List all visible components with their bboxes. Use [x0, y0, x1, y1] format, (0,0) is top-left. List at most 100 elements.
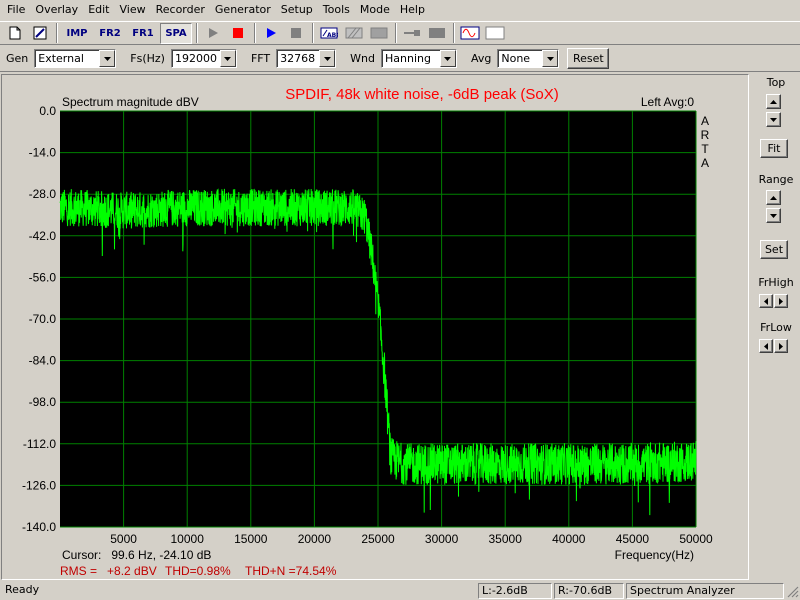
toolbar-separator — [254, 23, 256, 43]
stop-gray-button[interactable] — [284, 23, 308, 44]
top-down-button[interactable] — [766, 112, 781, 127]
range-down-button[interactable] — [766, 208, 781, 223]
probe-icon — [404, 30, 420, 36]
chevron-down-icon[interactable] — [439, 50, 456, 67]
svg-text:A: A — [701, 156, 709, 170]
range-label: Range — [758, 173, 794, 186]
gray-box-button[interactable] — [367, 23, 391, 44]
thdn-readout: THD+N =74.54% — [245, 564, 337, 578]
label-button[interactable]: ABC — [317, 23, 341, 44]
x-tick-label: 35000 — [489, 532, 523, 546]
menu-help[interactable]: Help — [395, 0, 430, 20]
arrow-right-icon — [779, 297, 783, 305]
frlow-right-button[interactable] — [774, 339, 788, 353]
toolbar-separator — [395, 23, 397, 43]
frlow-left-button[interactable] — [759, 339, 773, 353]
frlow-label: FrLow — [760, 321, 792, 334]
y-tick-label: -14.0 — [29, 146, 57, 160]
menu-mode[interactable]: Mode — [355, 0, 395, 20]
arrow-down-icon — [770, 213, 777, 218]
new-file-icon — [9, 26, 21, 40]
frhigh-label: FrHigh — [758, 276, 794, 289]
top-up-button[interactable] — [766, 94, 781, 109]
stop-icon — [233, 28, 243, 38]
chevron-down-icon[interactable] — [542, 50, 559, 67]
range-up-button[interactable] — [766, 190, 781, 205]
wnd-label: Wnd — [350, 52, 375, 65]
frhigh-right-button[interactable] — [774, 294, 788, 308]
avg-value: None — [501, 52, 531, 65]
chevron-down-icon[interactable] — [319, 50, 336, 67]
edit-button[interactable] — [28, 23, 52, 44]
play-gray-button[interactable] — [201, 23, 225, 44]
menu-setup[interactable]: Setup — [276, 0, 318, 20]
menu-recorder[interactable]: Recorder — [151, 0, 210, 20]
new-file-button[interactable] — [3, 23, 27, 44]
resize-grip-icon[interactable] — [786, 585, 799, 598]
x-tick-label: 45000 — [616, 532, 650, 546]
fft-value: 32768 — [280, 52, 316, 65]
sine-wave-icon — [460, 26, 480, 40]
right-control-panel: Top Fit Range Set FrHigh FrLow — [752, 74, 800, 580]
toolbar-separator — [453, 23, 455, 43]
fr1-mode-button[interactable]: FR1 — [127, 23, 159, 44]
chevron-down-icon[interactable] — [99, 50, 116, 67]
gen-select[interactable]: External — [34, 49, 117, 68]
menu-generator[interactable]: Generator — [210, 0, 276, 20]
stop-icon — [291, 28, 301, 38]
x-tick-label: 5000 — [110, 532, 137, 546]
fr2-mode-button[interactable]: FR2 — [94, 23, 126, 44]
edit-icon — [33, 26, 47, 40]
scope-button[interactable] — [483, 23, 507, 44]
wnd-select[interactable]: Hanning — [380, 49, 457, 68]
arrow-down-icon — [770, 117, 777, 122]
toolbar-separator — [56, 23, 58, 43]
fit-button[interactable]: Fit — [760, 139, 788, 158]
cursor-readout: Cursor: 99.6 Hz, -24.10 dB — [62, 548, 211, 562]
x-tick-label: 15000 — [234, 532, 268, 546]
fft-select[interactable]: 32768 — [276, 49, 337, 68]
play-icon — [209, 28, 218, 38]
thd-readout: THD=0.98% — [165, 564, 231, 578]
toolbar-separator — [312, 23, 314, 43]
menu-file[interactable]: File — [2, 0, 30, 20]
set-button[interactable]: Set — [760, 240, 788, 259]
toolbar: IMP FR2 FR1 SPA ABC — [0, 21, 800, 45]
menu-overlay[interactable]: Overlay — [30, 0, 83, 20]
chevron-down-icon[interactable] — [219, 50, 236, 67]
menu-tools[interactable]: Tools — [318, 0, 355, 20]
play-icon — [267, 28, 276, 38]
reset-button[interactable]: Reset — [567, 48, 610, 69]
fs-select[interactable]: 192000 — [170, 49, 237, 68]
generator-button[interactable] — [458, 23, 482, 44]
toolbar-separator — [196, 23, 198, 43]
svg-text:T: T — [701, 142, 709, 156]
box-icon — [370, 27, 388, 39]
probe-button[interactable] — [400, 23, 424, 44]
spa-mode-button[interactable]: SPA — [160, 22, 192, 44]
menu-edit[interactable]: Edit — [83, 0, 114, 20]
play-blue-button[interactable] — [259, 23, 283, 44]
meter-button[interactable] — [425, 23, 449, 44]
record-stop-button[interactable] — [226, 23, 250, 44]
avg-select[interactable]: None — [497, 49, 560, 68]
menu-view[interactable]: View — [115, 0, 151, 20]
spectrum-chart[interactable]: 0.0 -14.0 -28.0 -42.0 -56.0 -70.0 -84.0 -98.0 -1… — [2, 75, 748, 579]
hatch-button[interactable] — [342, 23, 366, 44]
control-bar: Gen External Fs(Hz) 192000 FFT 32768 Wnd… — [0, 46, 800, 72]
x-tick-label: 25000 — [361, 532, 395, 546]
x-tick-label: 50000 — [679, 532, 713, 546]
svg-text:A: A — [701, 114, 709, 128]
rms-readout: RMS = +8.2 dBV — [60, 564, 157, 578]
arrow-up-icon — [770, 99, 777, 104]
status-right-level: R:-70.6dB — [554, 583, 624, 599]
frhigh-left-button[interactable] — [759, 294, 773, 308]
gen-label: Gen — [6, 52, 29, 65]
fs-label: Fs(Hz) — [130, 52, 165, 65]
arrow-left-icon — [764, 342, 768, 350]
y-tick-label: -56.0 — [29, 270, 57, 284]
y-tick-label: -84.0 — [29, 354, 57, 368]
y-tick-label: -70.0 — [29, 312, 57, 326]
imp-mode-button[interactable]: IMP — [61, 23, 93, 44]
y-tick-label: -98.0 — [29, 395, 57, 409]
